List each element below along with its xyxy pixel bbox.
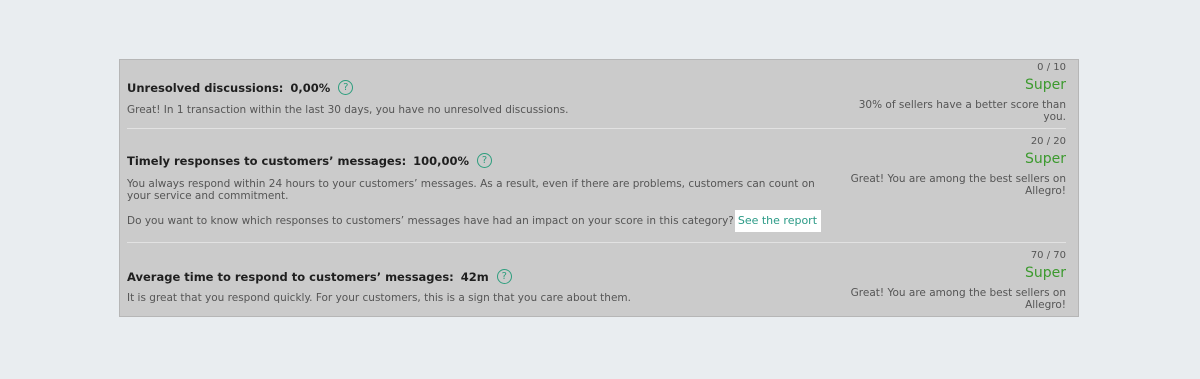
metric-description: Great! In 1 transaction within the last … — [127, 104, 569, 116]
metric-title: Timely responses to customers’ messages: — [127, 153, 407, 168]
metric-score: 0 / 10 — [1037, 62, 1066, 73]
metric-value: 42m — [460, 269, 489, 284]
see-report-link[interactable]: See the report — [734, 210, 822, 232]
metric-grade: Super — [1024, 151, 1066, 167]
metric-title: Unresolved discussions: — [127, 80, 284, 95]
metric-title-row: Average time to respond to customers’ me… — [127, 269, 512, 284]
help-icon[interactable]: ? — [477, 153, 493, 168]
metric-row-timely-responses: Timely responses to customers’ messages:… — [127, 128, 1066, 243]
metric-note: Great! You are among the best sellers on… — [850, 287, 1066, 311]
metric-score: 70 / 70 — [1030, 250, 1066, 261]
metric-value: 100,00% — [413, 153, 470, 168]
help-icon[interactable]: ? — [496, 269, 512, 284]
metric-note: Great! You are among the best sellers on… — [850, 173, 1066, 197]
metric-description: You always respond within 24 hours to yo… — [127, 178, 815, 202]
metric-title-row: Unresolved discussions: 0,00% ? — [127, 80, 354, 95]
metric-value: 0,00% — [290, 80, 331, 95]
metric-row-unresolved-discussions: Unresolved discussions: 0,00% ? Great! I… — [127, 60, 1066, 128]
metric-title: Average time to respond to customers’ me… — [127, 269, 454, 284]
metric-description: It is great that you respond quickly. Fo… — [127, 292, 631, 304]
metric-grade: Super — [1024, 265, 1066, 281]
metric-score: 20 / 20 — [1030, 136, 1066, 147]
metric-row-average-response-time: Average time to respond to customers’ me… — [127, 242, 1066, 317]
help-icon[interactable]: ? — [338, 80, 354, 95]
report-question: Do you want to know which responses to c… — [127, 215, 734, 227]
metric-grade: Super — [1024, 77, 1066, 93]
report-prompt: Do you want to know which responses to c… — [127, 210, 822, 232]
seller-rating-panel: Unresolved discussions: 0,00% ? Great! I… — [119, 59, 1079, 317]
metric-note: 30% of sellers have a better score than … — [858, 99, 1066, 123]
metric-title-row: Timely responses to customers’ messages:… — [127, 153, 493, 168]
